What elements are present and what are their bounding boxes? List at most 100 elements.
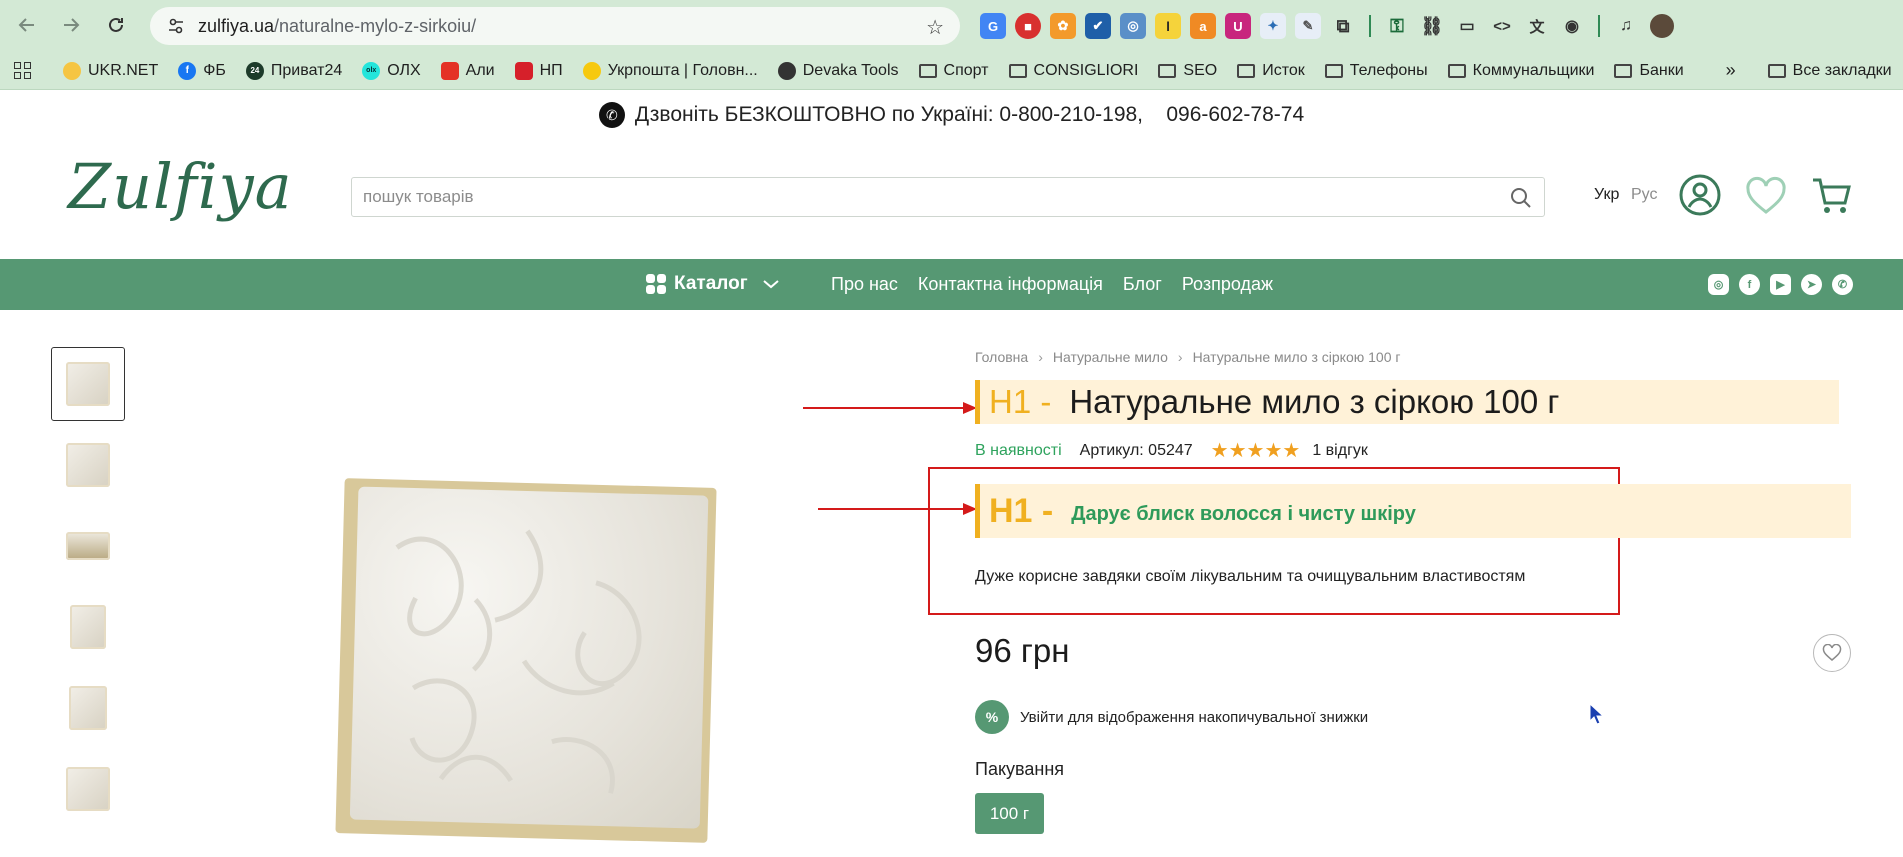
profile-avatar[interactable] [1648, 12, 1676, 40]
thumbnail[interactable] [51, 590, 125, 664]
code-icon[interactable]: <> [1489, 13, 1515, 39]
folder-icon [1324, 63, 1343, 78]
chevron-right-icon: › [1177, 349, 1183, 365]
search-icon[interactable] [1510, 187, 1532, 209]
u-ext-icon[interactable]: U [1225, 13, 1251, 39]
bookmark-folder[interactable]: Телефоны [1324, 62, 1428, 80]
facebook-icon: f [178, 61, 197, 80]
ukrnet-icon [63, 61, 81, 80]
bookmark-folder[interactable]: Спорт [918, 62, 989, 80]
device-icon[interactable]: ▭ [1454, 13, 1480, 39]
media-icon[interactable]: ♫ [1613, 13, 1639, 39]
toolbar-separator [1369, 15, 1371, 37]
wishlist-heart-icon[interactable] [1745, 176, 1787, 216]
lens-icon[interactable]: ◉ [1559, 13, 1585, 39]
nova-poshta-icon [514, 61, 533, 80]
bookmark-item[interactable]: Укрпошта | Головн... [582, 61, 758, 80]
bookmark-folder[interactable]: Банки [1614, 62, 1684, 80]
bookmark-item[interactable]: Devaka Tools [777, 61, 899, 80]
apps-grid-icon[interactable] [14, 62, 31, 79]
thumbnail-list [51, 347, 125, 833]
translate-icon[interactable]: 文 [1524, 13, 1550, 39]
thumbnail[interactable] [51, 671, 125, 745]
catalog-grid-icon [646, 274, 666, 294]
inspect-ext-icon[interactable]: ◎ [1120, 13, 1146, 39]
extensions-row: G ■ ✿ ✔ ◎ l a U ✦ ✎ ⧉ ⚿ ⛓ ▭ <> 文 ◉ ♫ [980, 12, 1676, 40]
h2-tag-label: H1 - [989, 491, 1054, 530]
breadcrumb-home[interactable]: Головна [975, 349, 1028, 365]
folder-icon [1158, 63, 1177, 78]
thumbnail[interactable] [51, 509, 125, 583]
site-logo[interactable]: Zulfiya [68, 150, 293, 223]
folder-icon [1237, 63, 1256, 78]
address-bar[interactable]: zulfiya.ua/naturalne-mylo-z-sirkoiu/ ☆ [150, 7, 960, 45]
packaging-option-button[interactable]: 100 г [975, 793, 1044, 834]
bookmark-item[interactable]: НП [514, 61, 563, 80]
bookmark-item[interactable]: olx ОЛХ [362, 61, 421, 80]
thumbnail[interactable] [51, 347, 125, 421]
a-ext-icon[interactable]: a [1190, 13, 1216, 39]
search-box [351, 177, 1545, 217]
discount-login[interactable]: % Увійти для відображення накопичувально… [975, 700, 1368, 734]
annotation-arrow-1 [803, 402, 977, 414]
add-to-wishlist-button[interactable] [1813, 634, 1851, 672]
lang-rus[interactable]: Рус [1631, 186, 1658, 204]
reload-button[interactable] [103, 12, 129, 38]
account-icon[interactable] [1679, 174, 1721, 216]
catalog-menu-button[interactable]: Каталог [646, 273, 780, 295]
product-main-image[interactable] [335, 478, 717, 843]
bookmark-folder[interactable]: Исток [1237, 62, 1305, 80]
puzzle-extensions-icon[interactable]: ⧉ [1330, 13, 1356, 39]
bookmark-folder[interactable]: SEO [1158, 62, 1217, 80]
bookmark-folder[interactable]: Коммунальщики [1447, 62, 1594, 80]
instagram-icon[interactable]: ◎ [1708, 274, 1729, 295]
back-arrow-icon [18, 18, 34, 32]
rating-stars[interactable]: ★★★★★ [1211, 438, 1301, 463]
breadcrumb-category[interactable]: Натуральне мило [1053, 349, 1168, 365]
nav-link-about[interactable]: Про нас [831, 274, 898, 295]
pen-ext-icon[interactable]: ✎ [1295, 13, 1321, 39]
bookmark-item[interactable]: UKR.NET [63, 61, 158, 80]
phone-text[interactable]: Дзвоніть БЕЗКОШТОВНО по Україні: 0-800-2… [635, 103, 1304, 127]
facebook-icon[interactable]: f [1739, 274, 1760, 295]
adblock-ext-icon[interactable]: ■ [1015, 13, 1041, 39]
forward-arrow-icon [64, 18, 80, 32]
chevron-right-icon: › [1038, 349, 1043, 365]
viber-icon[interactable]: ✆ [1832, 274, 1853, 295]
forward-button[interactable] [58, 12, 84, 38]
all-bookmarks-folder[interactable]: Все закладки [1767, 62, 1892, 80]
site-info-icon[interactable] [166, 16, 186, 36]
nav-link-contacts[interactable]: Контактна інформація [918, 274, 1103, 295]
nav-link-sale[interactable]: Розпродаж [1182, 274, 1273, 295]
back-button[interactable] [14, 12, 40, 38]
seo-ext-icon[interactable]: ✦ [1260, 13, 1286, 39]
bookmark-item[interactable]: 24 Приват24 [245, 61, 342, 80]
bookmark-folder[interactable]: CONSIGLIORI [1008, 62, 1138, 80]
leaf-ext-icon[interactable]: ✿ [1050, 13, 1076, 39]
check-ext-icon[interactable]: ✔ [1085, 13, 1111, 39]
search-input[interactable] [363, 187, 1483, 207]
youtube-icon[interactable]: ▶ [1770, 274, 1791, 295]
link-icon[interactable]: ⛓ [1419, 13, 1445, 39]
lang-ukr[interactable]: Укр [1594, 186, 1619, 204]
product-sku: Артикул: 05247 [1079, 441, 1193, 459]
nav-link-blog[interactable]: Блог [1123, 274, 1162, 295]
thumbnail[interactable] [51, 428, 125, 502]
bookmark-star-icon[interactable]: ☆ [926, 15, 944, 40]
telegram-icon[interactable]: ➤ [1801, 274, 1822, 295]
phone-icon: ✆ [598, 102, 625, 128]
l-ext-icon[interactable]: l [1155, 13, 1181, 39]
soap-pattern [395, 529, 642, 794]
cart-icon[interactable] [1811, 175, 1853, 217]
social-links: ◎ f ▶ ➤ ✆ [1708, 274, 1853, 295]
bookmark-item[interactable]: f ФБ [178, 61, 226, 80]
bookmarks-overflow-button[interactable]: » [1726, 60, 1736, 81]
reviews-link[interactable]: 1 відгук [1312, 442, 1368, 460]
olx-icon: olx [362, 61, 381, 80]
key-icon[interactable]: ⚿ [1384, 13, 1410, 39]
bookmark-item[interactable]: Али [440, 61, 495, 80]
product-price: 96 грн [975, 632, 1070, 669]
google-translate-ext-icon[interactable]: G [980, 13, 1006, 39]
thumbnail[interactable] [51, 752, 125, 826]
h1-tag-label: H1 - [989, 383, 1052, 420]
